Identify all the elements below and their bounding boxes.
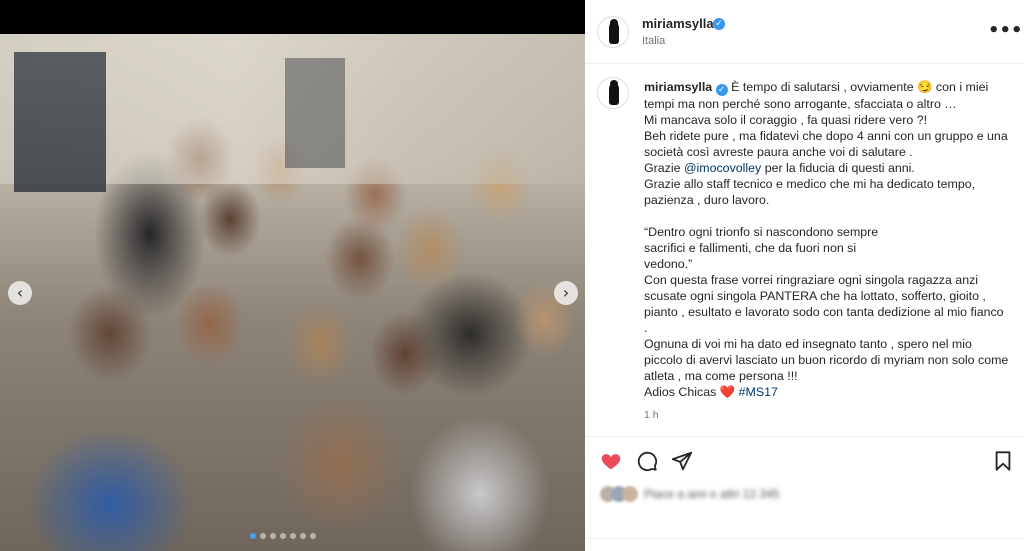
post-location[interactable]: Italia — [642, 35, 665, 47]
verified-badge-icon: ✓ — [713, 18, 725, 30]
post-side-panel: miriamsylla ✓ Italia ••• miriamsylla ✓ È… — [585, 0, 1024, 551]
next-slide-button[interactable]: › — [554, 281, 578, 305]
post-photo[interactable] — [0, 34, 585, 551]
hashtag-link[interactable]: #MS17 — [739, 385, 778, 399]
caption-text: Ognuna di voi mi ha dato ed insegnato ta… — [644, 337, 1009, 383]
caption-text: Adios Chicas ❤️ — [644, 385, 739, 399]
photo-window — [285, 58, 345, 168]
divider — [585, 538, 1024, 539]
mention-link[interactable]: @imocovolley — [684, 161, 761, 175]
post-caption: miriamsylla ✓ È tempo di salutarsi , ovv… — [644, 79, 1010, 400]
header-username[interactable]: miriamsylla — [642, 16, 714, 31]
carousel-dot — [280, 533, 286, 539]
caption-area: miriamsylla ✓ È tempo di salutarsi , ovv… — [585, 64, 1024, 436]
likes-avatars — [600, 486, 640, 502]
avatar-figure — [609, 22, 619, 44]
comment-icon[interactable] — [636, 450, 658, 472]
photo-door — [14, 52, 106, 192]
verified-badge-icon: ✓ — [715, 84, 728, 96]
paper-plane-icon[interactable] — [671, 450, 693, 472]
caption-text: Grazie — [644, 161, 684, 175]
likes-text: Piace a ami e altri 12.345 — [644, 487, 780, 501]
carousel-dot — [290, 533, 296, 539]
post-media: ‹ › — [0, 0, 585, 551]
avatar — [622, 486, 638, 502]
more-options-icon[interactable]: ••• — [988, 22, 1023, 40]
avatar[interactable] — [597, 77, 629, 109]
caption-text: Con questa frase vorrei ringraziare ogni… — [644, 273, 1004, 335]
carousel-dot — [270, 533, 276, 539]
action-bar — [585, 436, 1024, 484]
post-header: miriamsylla ✓ Italia ••• — [585, 0, 1024, 64]
bookmark-icon[interactable] — [992, 450, 1014, 472]
quote-text: vedono.” — [644, 257, 693, 271]
avatar-figure — [609, 83, 619, 105]
caption-text: per la fiducia di questi anni. — [761, 161, 915, 175]
carousel-dot — [260, 533, 266, 539]
caption-text: Grazie allo staff tecnico e medico che m… — [644, 177, 976, 207]
media-top-bar — [0, 0, 585, 34]
heart-filled-icon[interactable] — [600, 450, 622, 472]
carousel-dot — [250, 533, 256, 539]
caption-username[interactable]: miriamsylla — [644, 80, 712, 94]
quote-text: sacrifici e fallimenti, che da fuori non… — [644, 241, 857, 255]
likes-summary[interactable]: Piace a ami e altri 12.345 — [600, 486, 810, 502]
carousel-dots — [250, 533, 316, 539]
avatar[interactable] — [597, 16, 629, 48]
quote-text: “Dentro ogni trionfo si nascondono sempr… — [644, 225, 879, 239]
caption-text: Mi mancava solo il coraggio , fa quasi r… — [644, 113, 928, 127]
carousel-dot — [310, 533, 316, 539]
carousel-dot — [300, 533, 306, 539]
post-timestamp[interactable]: 1 h — [644, 409, 659, 421]
caption-text: Beh ridete pure , ma fidatevi che dopo 4… — [644, 129, 1008, 159]
previous-slide-button[interactable]: ‹ — [8, 281, 32, 305]
